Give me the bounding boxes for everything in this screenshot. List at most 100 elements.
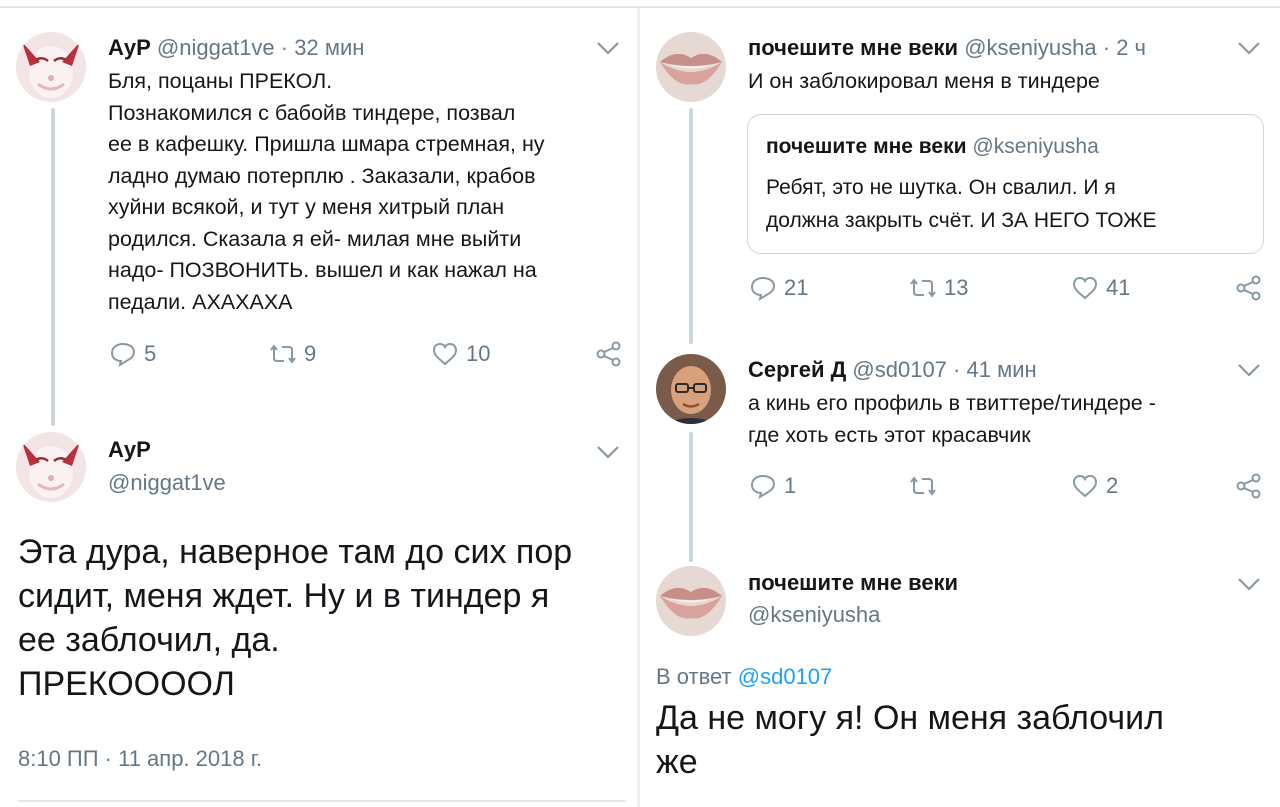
heart-icon [432, 342, 458, 366]
chevron-down-icon[interactable] [595, 40, 621, 56]
text-line: ладно думаю потерплю . Заказали, крабов [108, 163, 536, 188]
text-line: Да не могу я! Он меня заблочил [656, 699, 1164, 737]
text-line: ее заблочил, да. [18, 621, 280, 659]
text-line: а кинь его профиль в твиттере/тиндере - [748, 391, 1156, 415]
tweet-text: Бля, поцаны ПРЕКОЛ. Познакомился с бабой… [108, 66, 628, 318]
quoted-author-name: почешите мне веки [766, 135, 967, 158]
reply-button[interactable]: 5 [108, 340, 156, 368]
lips-avatar-icon [656, 32, 726, 102]
separator: · [1102, 35, 1111, 60]
share-icon [1236, 275, 1261, 301]
text-line: Бля, поцаны ПРЕКОЛ. [108, 69, 333, 93]
reply-mention-link[interactable]: @sd0107 [738, 664, 833, 689]
reply-icon [110, 342, 136, 368]
author-handle[interactable]: @kseniyusha [748, 602, 880, 627]
text-line: ПРЕКООООЛ [18, 665, 235, 703]
retweet-icon [910, 476, 936, 496]
person-avatar-icon [656, 354, 726, 424]
author-name[interactable]: Сергей Д [748, 357, 846, 382]
tweet-header: Сергей Д @sd0107 · 41 мин [748, 357, 1037, 383]
text-line: хуйни всякой, и тут у меня хитрый план [108, 195, 505, 219]
retweet-button[interactable]: 13 [908, 274, 968, 302]
avatar-anime[interactable] [16, 32, 86, 102]
tweet-header: почешите мне веки @kseniyusha · 2 ч [748, 35, 1146, 61]
tweet-time[interactable]: 32 мин [294, 35, 364, 60]
author-name[interactable]: почешите мне веки [748, 35, 958, 60]
like-count: 2 [1106, 473, 1119, 498]
chevron-down-icon[interactable] [1236, 362, 1262, 378]
separator: · [953, 357, 961, 382]
tweet-time[interactable]: 2 ч [1116, 35, 1146, 60]
share-icon [1236, 473, 1261, 499]
lips-avatar-icon [656, 566, 726, 636]
reply-icon [750, 276, 776, 302]
reply-to-line: В ответ @sd0107 [656, 664, 832, 690]
anime-avatar-icon [16, 32, 86, 102]
tweet-timestamp[interactable]: 8:10 ПП · 11 апр. 2018 г. [18, 746, 262, 772]
right-thread: почешите мне веки @kseniyusha · 2 ч И он… [640, 0, 1280, 807]
retweet-icon [910, 278, 936, 298]
retweet-count: 13 [944, 275, 969, 300]
chevron-down-icon[interactable] [1236, 40, 1262, 56]
like-button[interactable]: 10 [430, 340, 490, 368]
retweet-button[interactable] [908, 472, 944, 500]
thread-line [51, 108, 55, 426]
avatar-lips[interactable] [656, 566, 726, 636]
bottom-border [18, 800, 626, 802]
share-button[interactable] [594, 340, 624, 368]
quoted-tweet-header: почешите мне веки @kseniyusha [766, 135, 1099, 159]
thread-line [689, 432, 693, 562]
like-button[interactable]: 41 [1070, 274, 1130, 302]
share-icon [596, 341, 621, 367]
tweet-text-large: Да не могу я! Он меня заблочил же [656, 696, 1266, 784]
heart-icon [1072, 474, 1098, 498]
author-name[interactable]: АуР [108, 35, 151, 60]
author-handle[interactable]: @niggat1ve [108, 470, 226, 495]
text-line: сидит, меня ждет. Ну и в тиндер я [18, 577, 550, 615]
quoted-author-handle: @kseniyusha [972, 135, 1099, 158]
chevron-down-icon[interactable] [1236, 576, 1262, 592]
anime-avatar-icon [16, 432, 86, 502]
text-line: же [656, 743, 698, 781]
text-line: надо- ПОЗВОНИТЬ. вышел и как нажал на [108, 258, 537, 282]
quoted-tweet[interactable]: почешите мне веки @kseniyusha Ребят, это… [747, 114, 1264, 254]
reply-count: 5 [144, 341, 157, 366]
text-line: Эта дура, наверное там до сих пор [18, 533, 573, 571]
reply-count: 1 [784, 473, 797, 498]
author-handle[interactable]: @niggat1ve [157, 35, 275, 60]
tweet-time[interactable]: 41 мин [967, 357, 1037, 382]
author-handle[interactable]: @kseniyusha [964, 35, 1096, 60]
text-line: где хоть есть этот красавчик [748, 422, 1031, 447]
share-button[interactable] [1234, 472, 1264, 500]
retweet-count: 9 [304, 341, 317, 366]
left-thread: АуР @niggat1ve · 32 мин Бля, поцаны ПРЕК… [0, 0, 640, 807]
retweet-icon [270, 344, 296, 364]
avatar-anime[interactable] [16, 432, 86, 502]
author-name[interactable]: АуР [108, 437, 151, 462]
text-line: ее в кафешку. Пришла шмара стремная, ну [108, 132, 545, 156]
tweet-header: АуР @niggat1ve · 32 мин [108, 35, 364, 61]
share-button[interactable] [1234, 274, 1264, 302]
avatar-lips[interactable] [656, 32, 726, 102]
avatar-photo[interactable] [656, 354, 726, 424]
author-handle-line: @kseniyusha [748, 602, 880, 628]
thread-line [689, 108, 693, 344]
like-button[interactable]: 2 [1070, 472, 1118, 500]
quoted-tweet-text: Ребят, это не шутка. Он свалил. И я долж… [766, 171, 1246, 237]
chevron-down-icon[interactable] [595, 444, 621, 460]
like-count: 10 [466, 341, 491, 366]
like-count: 41 [1106, 275, 1131, 300]
heart-icon [1072, 276, 1098, 300]
reply-prefix: В ответ [656, 664, 732, 689]
reply-button[interactable]: 1 [748, 472, 796, 500]
text-line: родился. Сказала я ей- милая мне выйти [108, 226, 522, 251]
author-handle-line: @niggat1ve [108, 470, 226, 496]
author-name[interactable]: почешите мне веки [748, 570, 958, 595]
text-line: Познакомился с бабойв тиндере, позвал [108, 100, 516, 125]
text-line: должна закрыть счёт. И ЗА НЕГО ТОЖЕ [766, 209, 1157, 232]
tweet-actions: 21 13 41 [748, 274, 1268, 304]
retweet-button[interactable]: 9 [268, 340, 316, 368]
author-name-line: почешите мне веки [748, 570, 958, 596]
author-handle[interactable]: @sd0107 [852, 357, 947, 382]
reply-button[interactable]: 21 [748, 274, 808, 302]
